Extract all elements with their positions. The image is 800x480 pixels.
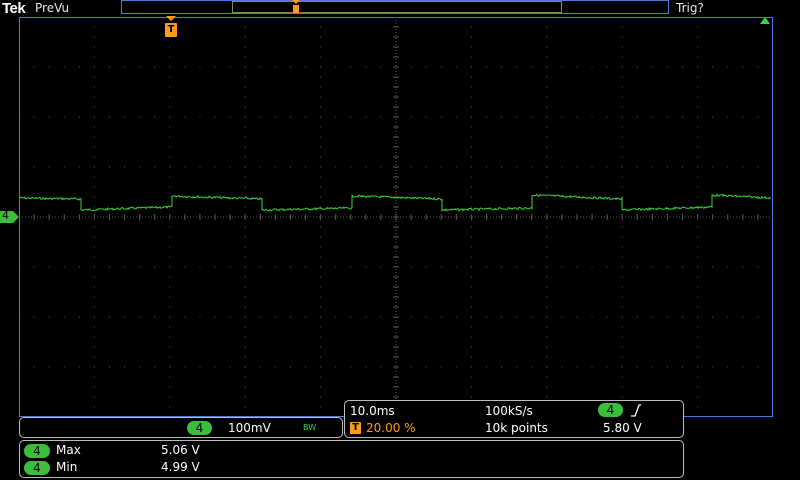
brand-logo: Tek (2, 0, 26, 17)
trigger-level-arrow-icon[interactable] (759, 16, 771, 26)
measurement-value: 5.06 V (161, 443, 200, 457)
measurement-name: Min (56, 460, 78, 474)
acquisition-mode: PreVu (35, 1, 70, 15)
measurement-value: 4.99 V (161, 460, 200, 474)
trigger-level: 5.80 V (603, 421, 642, 435)
measurement-channel-badge: 4 (24, 444, 50, 458)
timebase-trigger-readout[interactable]: 10.0ms 100kS/s 4 T 20.00 % 10k points 5.… (344, 400, 684, 438)
trigger-position: 20.00 % (366, 421, 416, 435)
channel-badge: 4 (187, 421, 212, 435)
record-trigger-marker-icon (292, 0, 300, 13)
record-length: 10k points (485, 421, 548, 435)
vertical-scale: 100mV (228, 421, 271, 435)
measurements-panel[interactable]: 4 Max 5.06 V 4 Min 4.99 V (19, 440, 684, 478)
record-view-window[interactable] (232, 1, 562, 13)
trigger-marker-label: T (167, 24, 175, 35)
trigger-position-marker[interactable]: T (164, 16, 178, 40)
measurement-channel-badge: 4 (24, 461, 50, 475)
trigger-source-badge: 4 (598, 403, 623, 417)
measurement-row[interactable]: 4 Min 4.99 V (24, 460, 324, 476)
channel-4-ground-marker[interactable]: 4 (0, 209, 20, 225)
rising-edge-icon (631, 404, 641, 417)
measurement-row[interactable]: 4 Max 5.06 V (24, 443, 324, 459)
sample-rate: 100kS/s (485, 404, 533, 418)
bandwidth-limit-icon: BW (303, 423, 317, 432)
waveform-trace (19, 193, 772, 213)
channel-readout[interactable]: 4 100mV BW (19, 417, 343, 438)
measurement-name: Max (56, 443, 81, 457)
channel-4-waveform (19, 193, 772, 213)
channel-marker-label: 4 (2, 209, 9, 222)
trigger-position-icon: T (350, 422, 361, 434)
trigger-status: Trig? (676, 1, 704, 15)
time-per-division: 10.0ms (350, 404, 395, 418)
